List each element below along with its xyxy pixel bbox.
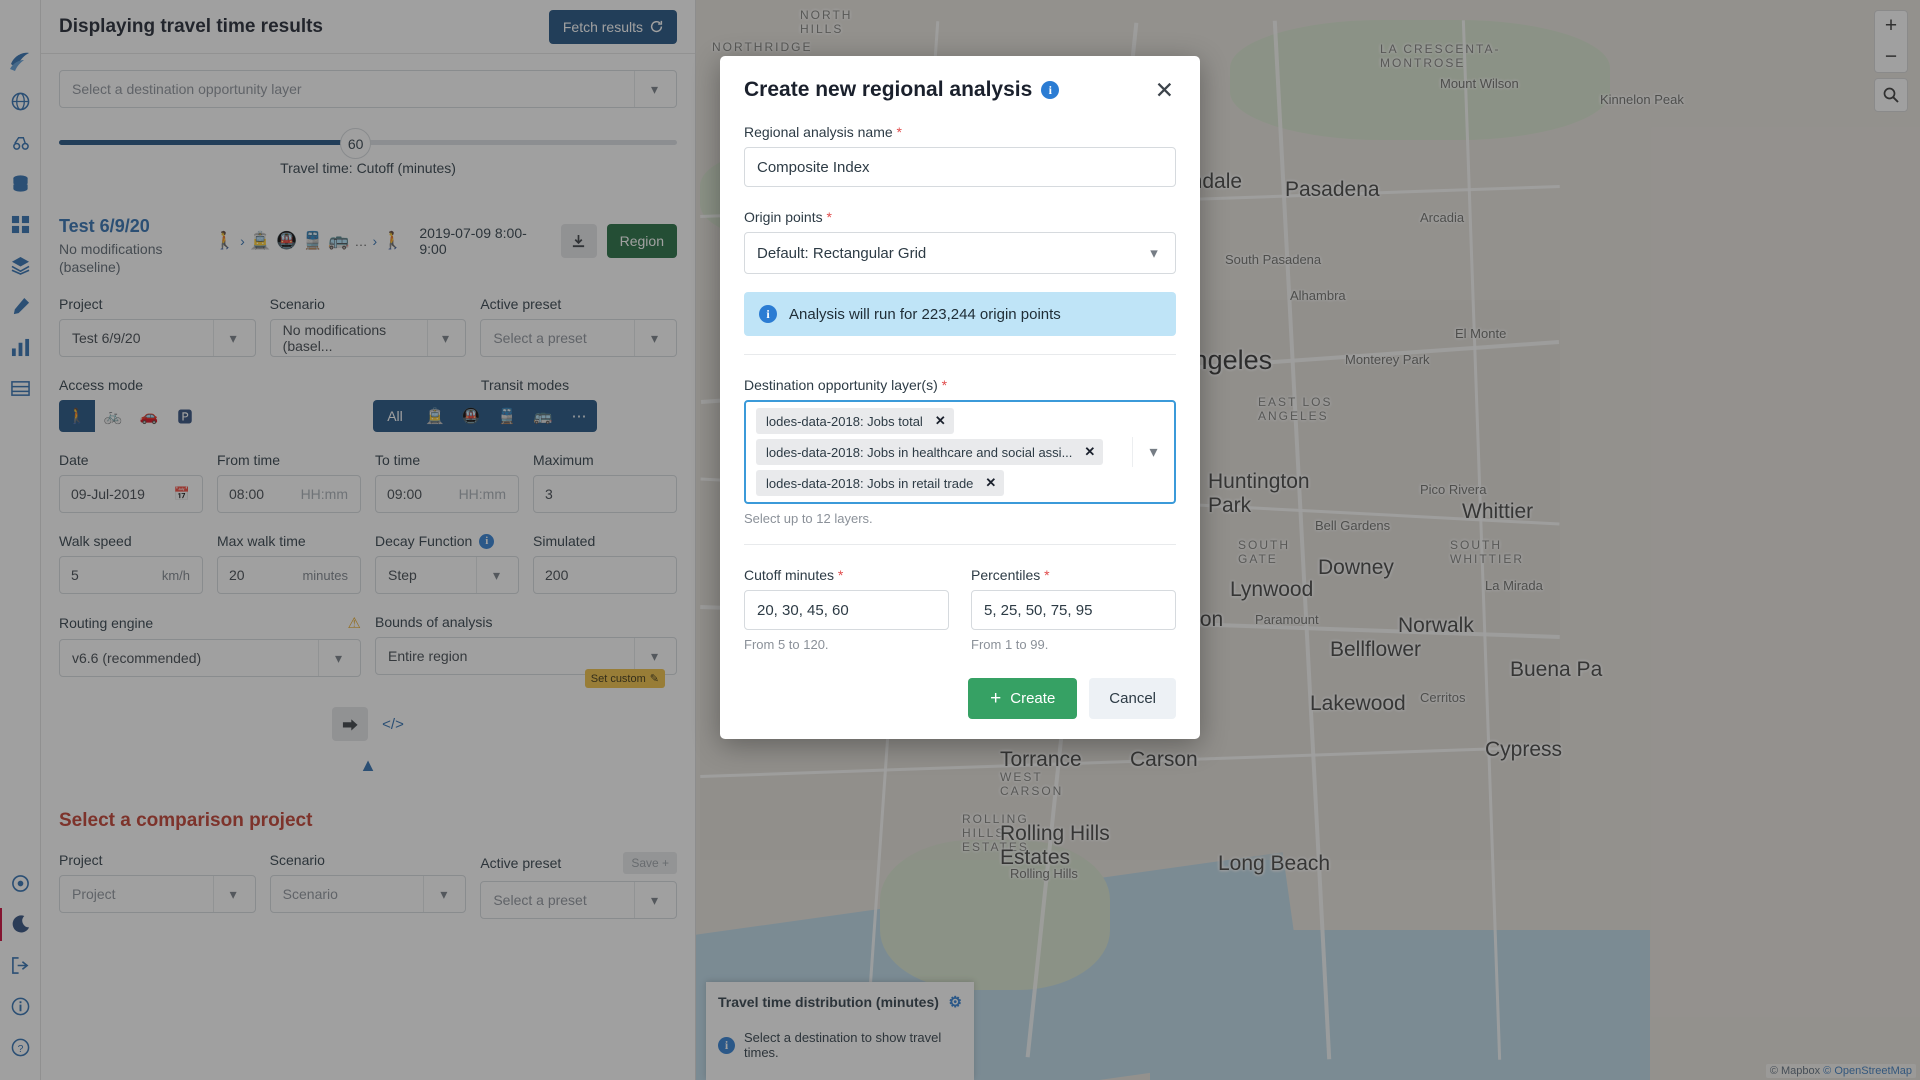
remove-layer-icon[interactable]: ✕ <box>985 475 996 491</box>
destination-layers-label: Destination opportunity layer(s) * <box>744 377 1176 393</box>
origin-points-select[interactable]: Default: Rectangular Grid ▾ <box>744 232 1176 274</box>
create-regional-analysis-dialog: Create new regional analysis i ✕ Regiona… <box>720 56 1200 739</box>
layer-tag: lodes-data-2018: Jobs in healthcare and … <box>756 439 1103 465</box>
layer-tag-label: lodes-data-2018: Jobs in healthcare and … <box>766 445 1072 460</box>
percentiles-input[interactable] <box>971 590 1176 630</box>
layer-tag: lodes-data-2018: Jobs total ✕ <box>756 408 954 434</box>
origin-points-alert-text: Analysis will run for 223,244 origin poi… <box>789 306 1061 323</box>
cutoff-percentile-row: Cutoff minutes * From 5 to 120. Percenti… <box>744 545 1176 652</box>
chevron-down-icon[interactable]: ▾ <box>1133 233 1175 273</box>
create-button[interactable]: + Create <box>968 678 1077 719</box>
create-button-label: Create <box>1010 690 1055 707</box>
divider-1 <box>744 354 1176 355</box>
percentiles-helper: From 1 to 99. <box>971 637 1176 652</box>
analysis-name-input[interactable] <box>744 147 1176 187</box>
dialog-header: Create new regional analysis i ✕ <box>744 78 1176 102</box>
required-marker: * <box>838 567 843 583</box>
chevron-down-icon[interactable]: ▾ <box>1132 437 1174 467</box>
cutoff-field: Cutoff minutes * From 5 to 120. <box>744 545 949 652</box>
destination-layers-helper: Select up to 12 layers. <box>744 511 1176 526</box>
origin-points-value: Default: Rectangular Grid <box>757 245 926 262</box>
destination-layers-multiselect[interactable]: lodes-data-2018: Jobs total✕lodes-data-2… <box>744 400 1176 504</box>
layer-tag-label: lodes-data-2018: Jobs in retail trade <box>766 476 973 491</box>
percentiles-label: Percentiles * <box>971 567 1176 583</box>
cutoff-helper: From 5 to 120. <box>744 637 949 652</box>
required-marker: * <box>826 209 831 225</box>
remove-layer-icon[interactable]: ✕ <box>1084 444 1095 460</box>
required-marker: * <box>897 124 902 140</box>
required-marker: * <box>1044 567 1049 583</box>
cutoff-minutes-input[interactable] <box>744 590 949 630</box>
percentiles-field: Percentiles * From 1 to 99. <box>971 545 1176 652</box>
cutoff-label-text: Cutoff minutes <box>744 567 834 583</box>
dialog-title: Create new regional analysis <box>744 78 1032 102</box>
required-marker: * <box>942 377 947 393</box>
info-icon: i <box>759 305 777 323</box>
layer-tag: lodes-data-2018: Jobs in retail trade ✕ <box>756 470 1004 496</box>
cancel-button[interactable]: Cancel <box>1089 678 1176 719</box>
percentiles-label-text: Percentiles <box>971 567 1040 583</box>
analysis-name-label-text: Regional analysis name <box>744 124 893 140</box>
analysis-name-label: Regional analysis name * <box>744 124 1176 140</box>
close-icon[interactable]: ✕ <box>1153 79 1176 102</box>
origin-points-label: Origin points * <box>744 209 1176 225</box>
dialog-title-row: Create new regional analysis i <box>744 78 1059 102</box>
destination-layers-label-text: Destination opportunity layer(s) <box>744 377 938 393</box>
cutoff-label: Cutoff minutes * <box>744 567 949 583</box>
info-icon[interactable]: i <box>1041 81 1059 99</box>
origin-points-alert: i Analysis will run for 223,244 origin p… <box>744 292 1176 336</box>
origin-points-label-text: Origin points <box>744 209 823 225</box>
layer-tag-label: lodes-data-2018: Jobs total <box>766 414 923 429</box>
cancel-button-label: Cancel <box>1109 690 1156 707</box>
selected-layer-tags: lodes-data-2018: Jobs total✕lodes-data-2… <box>746 408 1132 496</box>
remove-layer-icon[interactable]: ✕ <box>935 413 946 429</box>
dialog-footer: + Create Cancel <box>744 678 1176 719</box>
plus-icon: + <box>990 689 1001 708</box>
